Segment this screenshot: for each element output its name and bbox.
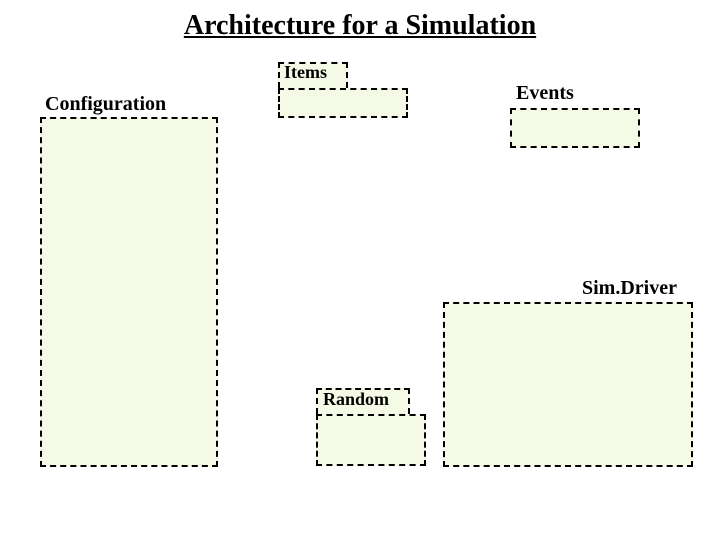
items-box (278, 88, 408, 118)
items-label: Items (284, 62, 327, 83)
configuration-box (40, 117, 218, 467)
diagram-title: Architecture for a Simulation (0, 10, 720, 42)
events-label: Events (516, 82, 574, 105)
events-box (510, 108, 640, 148)
configuration-label: Configuration (45, 93, 166, 116)
simdriver-label: Sim.Driver (582, 277, 677, 300)
simdriver-box (443, 302, 693, 467)
random-label: Random (323, 389, 389, 410)
random-box (316, 414, 426, 466)
